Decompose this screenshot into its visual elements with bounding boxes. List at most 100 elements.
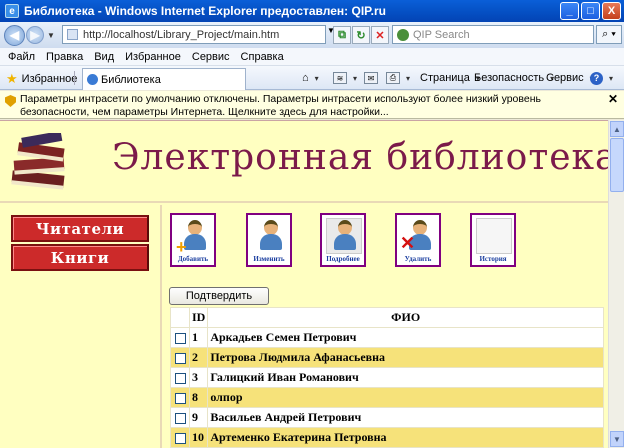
row-checkbox-cell [170, 327, 190, 348]
menu-bar: Файл Правка Вид Избранное Сервис Справка [0, 48, 624, 66]
window-controls: _ □ X [560, 2, 621, 20]
edit-button[interactable]: Изменить [246, 213, 292, 267]
row-checkbox-cell [170, 407, 190, 428]
safety-menu[interactable]: Безопасность ▾ [474, 72, 557, 84]
menu-file[interactable]: Файл [8, 51, 35, 63]
mail-button[interactable]: ✉ [364, 72, 378, 84]
url-text: http://localhost/Library_Project/main.ht… [83, 28, 280, 41]
infobar-close-icon[interactable]: ✕ [608, 93, 618, 106]
history-dropdown-icon[interactable]: ▼ [47, 31, 55, 40]
checkbox-column-header [170, 307, 190, 328]
forward-button[interactable]: ▶ [26, 26, 44, 44]
favorites-bar: ★ Избранное Библиотека ⌂ ▾ ≋ ▾ ✉ ⎙ ▾ Страни… [0, 66, 624, 90]
menu-edit[interactable]: Правка [46, 51, 83, 63]
menu-favorites[interactable]: Избранное [125, 51, 181, 63]
table-header-row: ID ФИО [170, 307, 604, 328]
print-dropdown-icon: ▾ [406, 73, 411, 83]
favorites-button[interactable]: ★ Избранное [6, 71, 77, 87]
help-dropdown-icon: ▾ [609, 74, 614, 83]
nav-readers-button[interactable]: Читатели [11, 215, 149, 242]
details-button[interactable]: Подробнее [320, 213, 366, 267]
tab-library[interactable]: Библиотека [82, 68, 246, 90]
submit-button[interactable]: Подтвердить [169, 287, 269, 305]
name-column-header: ФИО [207, 307, 604, 328]
safety-menu-label: Безопасность [474, 72, 545, 84]
page-title: Электронная библиотека [112, 137, 608, 178]
table-row: 2 Петрова Людмила Афанасьевна [170, 347, 604, 368]
search-input[interactable]: QIP Search [392, 25, 594, 44]
stop-icon[interactable]: ✕ [371, 26, 389, 44]
home-dropdown-icon: ▾ [314, 73, 319, 83]
row-checkbox-cell [170, 347, 190, 368]
scroll-thumb[interactable] [610, 138, 624, 192]
shield-icon [5, 95, 16, 107]
row-checkbox[interactable] [174, 432, 186, 444]
window-title: Библиотека - Windows Internet Explorer п… [24, 4, 386, 18]
print-button[interactable]: ⎙ ▾ [386, 72, 413, 84]
favorites-label: Избранное [21, 73, 78, 85]
row-checkbox[interactable] [174, 392, 186, 404]
row-id: 9 [188, 407, 209, 428]
page-menu-label: Страница [420, 72, 470, 84]
scroll-down-icon[interactable]: ▼ [610, 431, 624, 447]
history-button[interactable]: История [470, 213, 516, 267]
row-checkbox[interactable] [174, 412, 186, 424]
delete-button[interactable]: ✕ Удалить [395, 213, 441, 267]
home-button[interactable]: ⌂ ▾ [302, 72, 322, 84]
readers-table: ID ФИО 1 Аркадьев Семен Петрович 2 Петрова … [170, 307, 604, 448]
help-button[interactable]: ? ▾ [590, 72, 616, 85]
page-header: Электронная библиотека [0, 121, 608, 203]
close-button[interactable]: X [602, 2, 621, 20]
address-bar: ◀ ▶ ▼ http://localhost/Library_Project/m… [0, 22, 624, 48]
compat-view-icon[interactable]: ⧉ [333, 26, 351, 44]
tab-separator [74, 71, 82, 85]
search-button[interactable]: ⌕ ▾ [596, 25, 622, 44]
information-bar[interactable]: Параметры интрасети по умолчанию отключе… [0, 91, 624, 119]
row-checkbox[interactable] [174, 352, 186, 364]
page-content: Электронная библиотека Читатели Книги + … [0, 120, 608, 448]
table-row: 9 Васильев Андрей Петрович [170, 407, 604, 428]
delete-label: Удалить [404, 255, 432, 263]
row-checkbox-cell [170, 427, 190, 448]
row-checkbox-cell [170, 367, 190, 388]
add-button[interactable]: + Добавить [170, 213, 216, 267]
feeds-dropdown-icon: ▾ [353, 73, 358, 83]
table-row: 10 Артеменко Екатерина Петровна [170, 427, 604, 448]
row-checkbox[interactable] [174, 372, 186, 384]
id-column-header: ID [188, 307, 209, 328]
feeds-icon: ≋ [333, 72, 347, 84]
tab-label: Библиотека [101, 73, 161, 86]
infobar-text: Параметры интрасети по умолчанию отключе… [20, 93, 541, 118]
feeds-button[interactable]: ≋ ▾ [333, 72, 360, 84]
row-name: олпор [207, 387, 604, 408]
ie-tab-icon [87, 74, 98, 85]
row-name: Петрова Людмила Афанасьевна [207, 347, 604, 368]
books-logo-icon [11, 133, 65, 190]
menu-help[interactable]: Справка [241, 51, 284, 63]
user-edit-icon [260, 220, 282, 250]
qip-icon [397, 29, 409, 41]
left-nav: Читатели Книги [0, 205, 162, 448]
search-placeholder: QIP Search [413, 28, 470, 41]
minimize-button[interactable]: _ [560, 2, 579, 20]
url-field[interactable]: http://localhost/Library_Project/main.ht… [62, 25, 326, 44]
details-label: Подробнее [326, 255, 360, 263]
home-icon: ⌂ [302, 72, 309, 84]
vertical-scrollbar[interactable]: ▲ ▼ [608, 120, 624, 448]
scroll-up-icon[interactable]: ▲ [610, 121, 624, 137]
row-id: 2 [188, 347, 209, 368]
menu-view[interactable]: Вид [94, 51, 114, 63]
refresh-icon[interactable]: ↻ [352, 26, 370, 44]
user-add-icon [184, 220, 206, 250]
user-details-icon [334, 220, 356, 250]
row-name: Васильев Андрей Петрович [207, 407, 604, 428]
missing-image-icon [476, 218, 512, 254]
back-button[interactable]: ◀ [4, 24, 25, 46]
row-id: 3 [188, 367, 209, 388]
menu-tools[interactable]: Сервис [192, 51, 230, 63]
ie-icon: e [5, 4, 19, 18]
row-checkbox[interactable] [174, 332, 186, 344]
row-name: Артеменко Екатерина Петровна [207, 427, 604, 448]
nav-books-button[interactable]: Книги [11, 244, 149, 271]
maximize-button[interactable]: □ [581, 2, 600, 20]
